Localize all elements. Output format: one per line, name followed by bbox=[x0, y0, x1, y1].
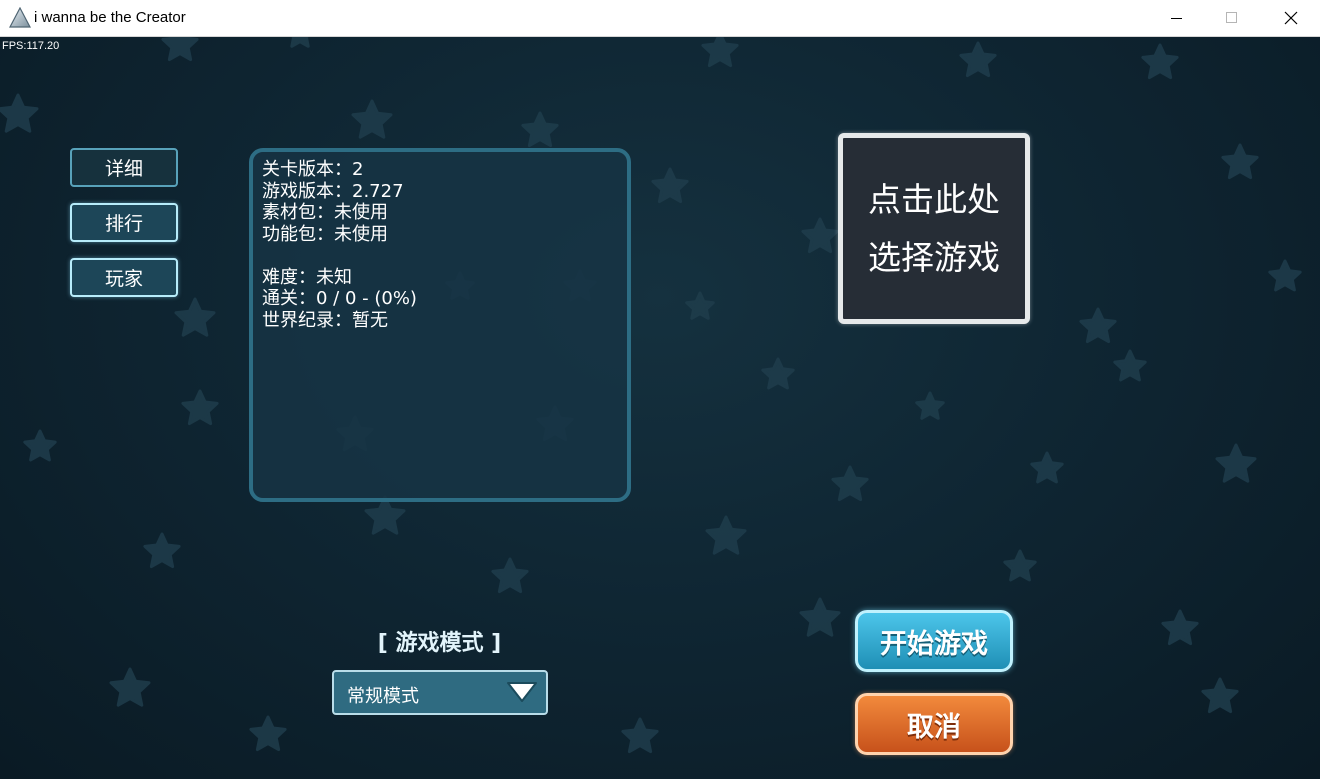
detail-button[interactable]: 详细 bbox=[70, 148, 178, 187]
background-star bbox=[1003, 549, 1037, 582]
background-star bbox=[701, 37, 739, 68]
background-star bbox=[143, 532, 181, 569]
game-mode-dropdown[interactable]: 常规模式 bbox=[332, 670, 548, 715]
feature-pack: 功能包：未使用 bbox=[262, 223, 388, 245]
background-star bbox=[799, 597, 841, 637]
maximize-button[interactable] bbox=[1203, 0, 1261, 36]
background-star bbox=[831, 465, 869, 502]
game-mode-label: [ 游戏模式 ] bbox=[377, 631, 502, 656]
select-game-button[interactable]: 点击此处 选择游戏 bbox=[838, 133, 1030, 324]
select-game-line-2: 选择游戏 bbox=[868, 237, 1000, 277]
background-star bbox=[1079, 307, 1117, 344]
fps-counter: FPS:117.20 bbox=[2, 40, 60, 52]
title-bar[interactable]: i wanna be the Creator bbox=[0, 0, 1320, 37]
background-star bbox=[181, 389, 219, 426]
background-star bbox=[1221, 143, 1259, 180]
background-star bbox=[521, 111, 559, 148]
background-star bbox=[801, 217, 839, 254]
star-background bbox=[0, 37, 1302, 754]
window-title: i wanna be the Creator bbox=[34, 9, 186, 26]
background-star bbox=[1215, 443, 1257, 483]
background-star bbox=[761, 357, 795, 390]
close-button[interactable] bbox=[1262, 0, 1320, 36]
level-version: 关卡版本：2 bbox=[262, 159, 364, 180]
background-star bbox=[1201, 677, 1239, 714]
clear-stats: 通关：0 / 0 - (0%) bbox=[262, 288, 417, 309]
game-area: FPS:117.20 详细 排行 玩家 关卡版本：2 游戏版本：2.727 素材… bbox=[0, 37, 1320, 779]
background-star bbox=[621, 717, 659, 754]
minimize-icon bbox=[1171, 18, 1182, 19]
background-star bbox=[249, 715, 287, 752]
background-star bbox=[1161, 609, 1199, 646]
asset-pack: 素材包：未使用 bbox=[262, 202, 388, 223]
select-game-line-1: 点击此处 bbox=[868, 179, 1000, 219]
game-window: i wanna be the Creator FPS:117.20 详细 排行 … bbox=[0, 0, 1320, 779]
background-star bbox=[1113, 349, 1147, 382]
background-star bbox=[915, 391, 945, 420]
cancel-button[interactable]: 取消 bbox=[855, 693, 1013, 755]
background-star bbox=[959, 41, 997, 78]
background-star bbox=[491, 557, 529, 594]
world-record: 世界纪录：暂无 bbox=[262, 309, 388, 331]
background-star bbox=[1030, 451, 1064, 484]
minimize-button[interactable] bbox=[1148, 0, 1206, 36]
background-star bbox=[23, 429, 57, 462]
triangle-down-icon bbox=[507, 682, 537, 702]
start-game-button[interactable]: 开始游戏 bbox=[855, 610, 1013, 672]
background-star bbox=[0, 93, 39, 133]
background-star bbox=[351, 99, 393, 139]
maximize-icon bbox=[1226, 12, 1237, 23]
close-icon bbox=[1284, 11, 1298, 25]
game-version: 游戏版本：2.727 bbox=[262, 180, 404, 202]
level-info-panel: 关卡版本：2 游戏版本：2.727 素材包：未使用 功能包：未使用 难度：未知 … bbox=[249, 148, 631, 502]
background-star bbox=[1268, 259, 1302, 292]
background-star bbox=[109, 667, 151, 707]
background-star bbox=[685, 291, 715, 320]
background-star bbox=[364, 495, 406, 535]
background-star bbox=[290, 37, 310, 48]
players-button[interactable]: 玩家 bbox=[70, 258, 178, 297]
triangle-icon bbox=[9, 7, 31, 28]
background-star bbox=[1141, 43, 1179, 80]
background-star bbox=[651, 167, 689, 204]
game-mode-value: 常规模式 bbox=[347, 686, 419, 707]
background-star bbox=[161, 37, 199, 62]
ranking-button[interactable]: 排行 bbox=[70, 203, 178, 242]
difficulty: 难度：未知 bbox=[262, 266, 352, 288]
background-star bbox=[705, 515, 747, 555]
background-star bbox=[174, 297, 216, 337]
